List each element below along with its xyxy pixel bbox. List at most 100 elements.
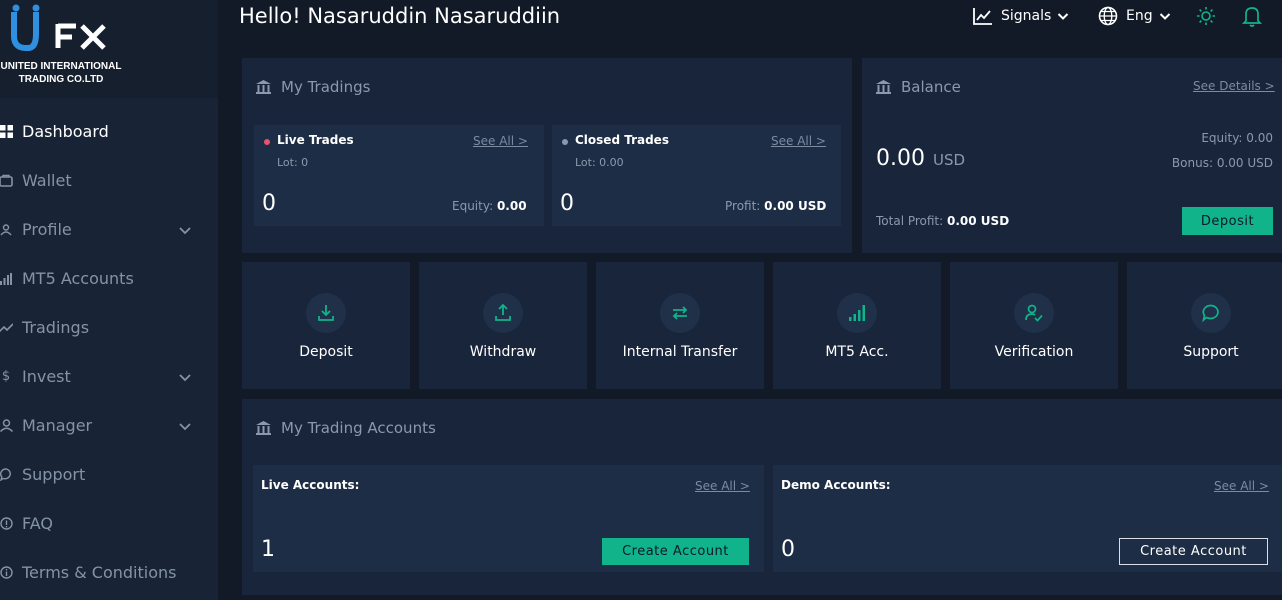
live-trades-panel: Live Trades See All > Lot: 0 0 Equity: 0… [254,125,544,226]
bell-icon [1242,7,1262,27]
sidebar-item-label: Invest [22,367,71,386]
signals-dropdown[interactable]: Signals [973,4,1069,28]
sidebar-item-profile[interactable]: Profile [0,205,218,254]
demo-accounts-count: 0 [781,537,795,562]
chevron-down-icon [179,226,191,234]
create-demo-account-button[interactable]: Create Account [1119,538,1268,565]
deposit-button[interactable]: Deposit [1182,207,1273,235]
logo-icon[interactable] [6,2,116,54]
sidebar-item-mt5-accounts[interactable]: MT5 Accounts [0,254,218,303]
tile-icon-circle [306,293,346,333]
my-tradings-card: My Tradings Live Trades See All > Lot: 0… [242,58,852,253]
profit-label: Profit: [725,199,761,213]
live-trades-see-all-link[interactable]: See All > [473,134,528,148]
live-accounts-count: 1 [261,537,275,562]
sidebar-item-terms[interactable]: Terms & Conditions [0,548,218,597]
line-chart-icon [973,8,992,25]
company-line-1: UNITED INTERNATIONAL [0,61,122,72]
sidebar-item-label: Tradings [22,318,90,337]
tile-icon-circle [660,293,700,333]
chevron-down-icon [179,422,191,430]
tile-label: Deposit [299,344,353,360]
page-title: Hello! Nasaruddin Nasaruddiin [239,4,561,28]
total-profit-label: Total Profit: [876,214,944,228]
download-icon [318,305,334,321]
live-dot [264,139,270,145]
sidebar-item-tradings[interactable]: Tradings [0,303,218,352]
live-accounts-see-all-link[interactable]: See All > [695,479,750,493]
bank-icon [256,421,271,435]
bar-chart-icon [0,272,13,286]
closed-trades-lot: Lot: 0.00 [575,156,624,169]
closed-trades-title: Closed Trades [575,133,669,147]
tile-icon-circle [1191,293,1231,333]
sidebar-item-support[interactable]: Support [0,450,218,499]
language-dropdown[interactable]: Eng [1098,4,1171,28]
balance-value: 0.00 [876,146,925,171]
closed-trades-profit: Profit: 0.00 USD [725,199,826,213]
user-check-icon [1025,304,1043,322]
balance-bonus: Bonus: 0.00 USD [1171,156,1273,170]
sidebar-item-label: Terms & Conditions [22,563,177,582]
sidebar-item-wallet[interactable]: Wallet [0,156,218,205]
chevron-down-icon [1159,13,1170,20]
balance-amount: 0.00 USD [876,146,965,171]
live-trades-lot: Lot: 0 [277,156,309,169]
tile-label: Support [1183,344,1239,360]
trend-icon [0,321,13,335]
chevron-down-icon [179,373,191,381]
help-icon [0,517,13,531]
demo-accounts-see-all-link[interactable]: See All > [1214,479,1269,493]
action-tile-support[interactable]: Support [1127,262,1282,389]
sidebar-item-label: Support [22,465,86,484]
closed-dot [562,139,568,145]
live-trades-equity: Equity: 0.00 [452,199,527,213]
card-title-text: Balance [901,78,961,96]
tile-icon-circle [483,293,523,333]
action-tile-deposit[interactable]: Deposit [242,262,410,389]
bank-icon [876,80,891,94]
language-label: Eng [1126,8,1153,24]
action-tile-withdraw[interactable]: Withdraw [419,262,587,389]
sidebar-item-dashboard[interactable]: Dashboard [0,107,218,156]
total-profit-value: 0.00 USD [947,214,1010,228]
sidebar-item-faq[interactable]: FAQ [0,499,218,548]
user-icon [0,223,13,237]
closed-trades-see-all-link[interactable]: See All > [771,134,826,148]
dashboard-icon [0,125,13,139]
notifications-button[interactable] [1242,4,1262,28]
tile-label: Verification [994,344,1074,360]
company-name: UNITED INTERNATIONAL TRADING CO.LTD [0,60,122,86]
sidebar-nav: Dashboard Wallet Profile MT5 Accounts Tr… [0,107,218,597]
globe-icon [1098,6,1118,26]
tile-icon-circle [837,293,877,333]
logo-block: UNITED INTERNATIONAL TRADING CO.LTD [0,0,218,98]
action-tile-verification[interactable]: Verification [950,262,1118,389]
sidebar-item-label: Dashboard [22,122,109,141]
signals-label: Signals [1001,8,1052,24]
sun-icon [1197,7,1215,25]
upload-icon [495,303,511,321]
chat-icon [0,468,13,482]
action-tile-mt5-acc[interactable]: MT5 Acc. [773,262,941,389]
sidebar-item-label: Manager [22,416,93,435]
balance-currency: USD [932,151,966,169]
transfer-icon [672,306,688,320]
my-tradings-title: My Tradings [256,78,370,96]
profit-value: 0.00 USD [764,199,827,213]
create-live-account-button[interactable]: Create Account [602,538,749,565]
card-title-text: My Trading Accounts [281,419,436,437]
live-accounts-panel: Live Accounts: See All > 1 Create Accoun… [253,465,764,572]
sidebar-item-invest[interactable]: $ Invest [0,352,218,401]
wallet-icon [0,174,13,188]
action-tile-internal-transfer[interactable]: Internal Transfer [596,262,764,389]
see-details-link[interactable]: See Details > [1193,79,1275,93]
theme-toggle[interactable] [1196,4,1216,28]
tile-label: Internal Transfer [622,344,738,360]
total-profit: Total Profit: 0.00 USD [876,214,1009,228]
trading-accounts-card: My Trading Accounts Live Accounts: See A… [242,399,1282,595]
sidebar-item-manager[interactable]: Manager [0,401,218,450]
chat-bubble-icon [1202,304,1219,323]
dollar-icon: $ [1,369,11,384]
sidebar: UNITED INTERNATIONAL TRADING CO.LTD Dash… [0,0,218,600]
